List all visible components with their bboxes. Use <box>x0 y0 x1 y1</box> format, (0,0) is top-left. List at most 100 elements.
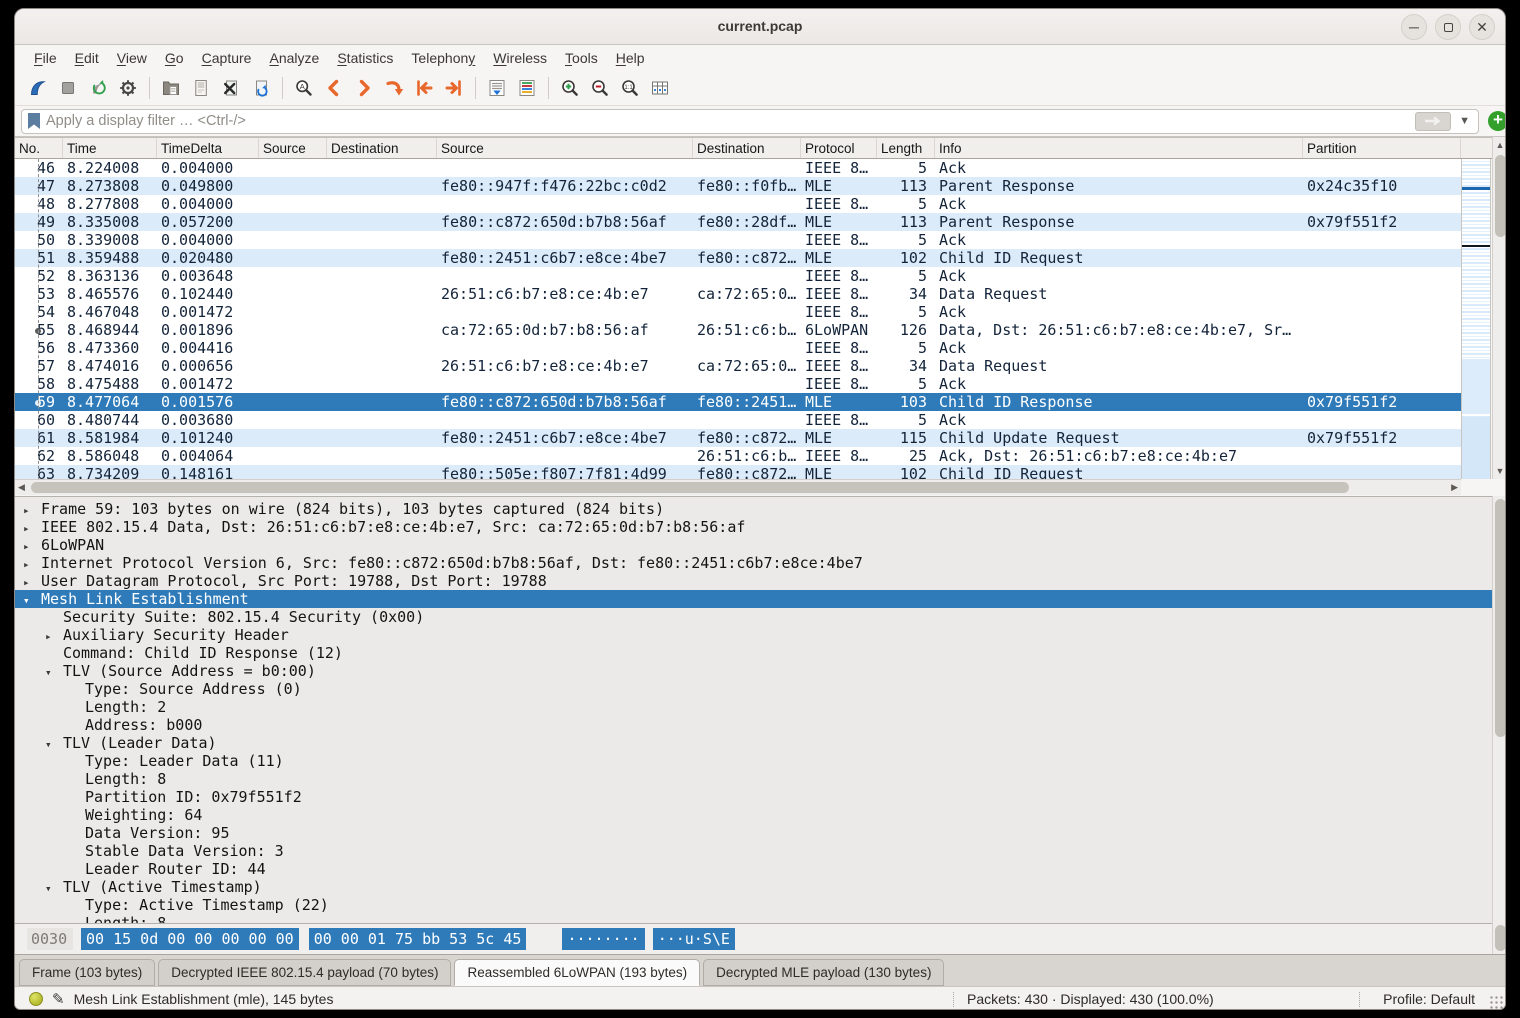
packet-row[interactable]: 518.3594880.020480fe80::2451:c6b7:e8ce:4… <box>15 249 1461 267</box>
menu-capture[interactable]: Capture <box>193 47 261 69</box>
scroll-down-icon[interactable]: ▼ <box>1493 466 1506 476</box>
column-header-len[interactable]: Length <box>877 138 935 158</box>
minimize-icon[interactable]: ─ <box>1401 14 1427 40</box>
detail-line[interactable]: ▸User Datagram Protocol, Src Port: 19788… <box>15 572 1492 590</box>
column-header-dst2[interactable]: Destination <box>693 138 801 158</box>
scroll-right-icon[interactable]: ▶ <box>1451 482 1458 493</box>
detail-line[interactable]: ▸Frame 59: 103 bytes on wire (824 bits),… <box>15 500 1492 518</box>
stop-capture-button[interactable] <box>54 74 82 102</box>
detail-line[interactable]: Address: b000 <box>15 716 1492 734</box>
detail-line[interactable]: Type: Active Timestamp (22) <box>15 896 1492 914</box>
bytes-tab[interactable]: Decrypted IEEE 802.15.4 payload (70 byte… <box>158 959 451 986</box>
column-header-no[interactable]: No. <box>15 138 63 158</box>
reload-file-button[interactable] <box>247 74 275 102</box>
detail-line[interactable]: Type: Source Address (0) <box>15 680 1492 698</box>
collapse-arrow-icon[interactable]: ▾ <box>45 880 63 898</box>
restart-capture-button[interactable] <box>84 74 112 102</box>
detail-line[interactable]: Command: Child ID Response (12) <box>15 644 1492 662</box>
resize-columns-button[interactable] <box>646 74 674 102</box>
bytes-tab[interactable]: Decrypted MLE payload (130 bytes) <box>703 959 944 986</box>
column-header-delta[interactable]: TimeDelta <box>157 138 259 158</box>
resize-grip[interactable] <box>1489 995 1503 1009</box>
maximize-icon[interactable] <box>1435 14 1461 40</box>
column-header-info[interactable]: Info <box>935 138 1303 158</box>
packet-row[interactable]: 588.4754880.001472IEEE 8…5Ack <box>15 375 1461 393</box>
column-header-src[interactable]: Source <box>259 138 327 158</box>
hex-bytes[interactable]: 00 15 0d 00 00 00 00 00 <box>81 928 299 950</box>
detail-vscrollbar[interactable] <box>1492 496 1506 923</box>
packet-list-hscrollbar[interactable]: ◀ ▶ <box>15 479 1461 495</box>
packet-row[interactable]: 598.4770640.001576fe80::c872:650d:b7b8:5… <box>15 393 1461 411</box>
hex-ascii[interactable]: ···u·S\E <box>653 928 735 950</box>
detail-line[interactable]: ▾TLV (Active Timestamp) <box>15 878 1492 896</box>
go-back-button[interactable] <box>320 74 348 102</box>
profile-label[interactable]: Profile: Default <box>1383 991 1475 1007</box>
packet-row[interactable]: 628.5860480.00406426:51:c6:b…IEEE 8…25Ac… <box>15 447 1461 465</box>
detail-line[interactable]: Length: 8 <box>15 914 1492 923</box>
detail-line[interactable]: Data Version: 95 <box>15 824 1492 842</box>
display-filter-box[interactable]: ▼ <box>21 109 1479 134</box>
zoom-out-button[interactable] <box>586 74 614 102</box>
scroll-left-icon[interactable]: ◀ <box>18 482 25 493</box>
hex-ascii[interactable]: ········ <box>562 928 644 950</box>
packet-row[interactable]: 608.4807440.003680IEEE 8…5Ack <box>15 411 1461 429</box>
detail-line[interactable]: Type: Leader Data (11) <box>15 752 1492 770</box>
filter-dropdown-icon[interactable]: ▼ <box>1459 115 1470 127</box>
display-filter-input[interactable] <box>40 113 1415 129</box>
start-capture-button[interactable] <box>24 74 52 102</box>
menu-file[interactable]: File <box>25 47 66 69</box>
go-to-packet-button[interactable] <box>380 74 408 102</box>
find-packet-button[interactable]: A <box>290 74 318 102</box>
zoom-original-button[interactable]: 1:1 <box>616 74 644 102</box>
packet-row[interactable]: 528.3631360.003648IEEE 8…5Ack <box>15 267 1461 285</box>
detail-line[interactable]: ▾TLV (Source Address = b0:00) <box>15 662 1492 680</box>
menu-tools[interactable]: Tools <box>556 47 607 69</box>
packet-row[interactable]: 498.3350080.057200fe80::c872:650d:b7b8:5… <box>15 213 1461 231</box>
packet-row[interactable]: 488.2778080.004000IEEE 8…5Ack <box>15 195 1461 213</box>
detail-line[interactable]: Stable Data Version: 3 <box>15 842 1492 860</box>
menu-analyze[interactable]: Analyze <box>260 47 328 69</box>
packet-row[interactable]: 568.4733600.004416IEEE 8…5Ack <box>15 339 1461 357</box>
open-file-button[interactable] <box>157 74 185 102</box>
packet-row[interactable]: 618.5819840.101240fe80::2451:c6b7:e8ce:4… <box>15 429 1461 447</box>
go-forward-button[interactable] <box>350 74 378 102</box>
detail-line[interactable]: Length: 8 <box>15 770 1492 788</box>
scroll-up-icon[interactable]: ▲ <box>1493 140 1506 150</box>
packet-row[interactable]: 548.4670480.001472IEEE 8…5Ack <box>15 303 1461 321</box>
packet-row[interactable]: 478.2738080.049800fe80::947f:f476:22bc:c… <box>15 177 1461 195</box>
collapse-arrow-icon[interactable]: ▾ <box>23 592 41 610</box>
packet-row[interactable]: 638.7342090.148161fe80::505e:f807:7f81:4… <box>15 465 1461 479</box>
bytes-tab[interactable]: Reassembled 6LoWPAN (193 bytes) <box>454 959 700 986</box>
scroll-thumb[interactable] <box>1495 499 1506 737</box>
menu-view[interactable]: View <box>108 47 156 69</box>
menu-statistics[interactable]: Statistics <box>328 47 402 69</box>
colorize-button[interactable] <box>513 74 541 102</box>
close-file-button[interactable] <box>217 74 245 102</box>
save-file-button[interactable] <box>187 74 215 102</box>
detail-line[interactable]: Security Suite: 802.15.4 Security (0x00) <box>15 608 1492 626</box>
close-icon[interactable]: ✕ <box>1469 14 1495 40</box>
packet-bytes-pane[interactable]: 0030 00 15 0d 00 00 00 00 00 00 00 01 75… <box>15 923 1492 954</box>
capture-options-button[interactable] <box>114 74 142 102</box>
packet-list-vscrollbar[interactable]: ▲ ▼ <box>1492 137 1506 479</box>
menu-telephony[interactable]: Telephony <box>402 47 484 69</box>
menu-edit[interactable]: Edit <box>66 47 108 69</box>
scroll-thumb[interactable] <box>31 482 1349 493</box>
last-packet-button[interactable] <box>440 74 468 102</box>
column-header-dst[interactable]: Destination <box>327 138 437 158</box>
detail-line[interactable]: Leader Router ID: 44 <box>15 860 1492 878</box>
detail-line[interactable]: ▸6LoWPAN <box>15 536 1492 554</box>
packet-row[interactable]: 508.3390080.004000IEEE 8…5Ack <box>15 231 1461 249</box>
bytes-tab[interactable]: Frame (103 bytes) <box>19 959 155 986</box>
packet-row[interactable]: 538.4655760.10244026:51:c6:b7:e8:ce:4b:e… <box>15 285 1461 303</box>
collapse-arrow-icon[interactable]: ▾ <box>45 664 63 682</box>
collapse-arrow-icon[interactable]: ▾ <box>45 736 63 754</box>
capture-comment-icon[interactable]: ✎ <box>52 990 65 1008</box>
filter-bookmark-icon[interactable] <box>28 113 40 129</box>
packet-row[interactable]: 468.2240080.004000IEEE 8…5Ack <box>15 159 1461 177</box>
column-header-src2[interactable]: Source <box>437 138 693 158</box>
column-header-time[interactable]: Time <box>63 138 157 158</box>
hex-bytes[interactable]: 00 00 01 75 bb 53 5c 45 <box>309 928 527 950</box>
hex-vscrollbar[interactable] <box>1492 923 1506 954</box>
detail-line[interactable]: Partition ID: 0x79f551f2 <box>15 788 1492 806</box>
